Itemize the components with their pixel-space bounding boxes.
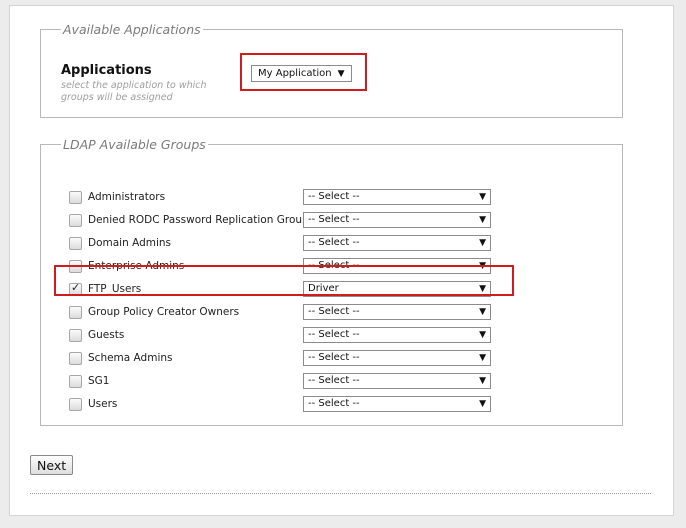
group-role-value: -- Select -- (308, 306, 360, 317)
group-role-select[interactable]: -- Select -- ▼ (303, 373, 491, 389)
group-row: Guests -- Select -- ▼ (41, 327, 621, 345)
group-role-value: -- Select -- (308, 237, 360, 248)
chevron-down-icon: ▼ (479, 238, 486, 248)
group-role-value: -- Select -- (308, 191, 360, 202)
group-role-value: -- Select -- (308, 214, 360, 225)
chevron-down-icon: ▼ (479, 307, 486, 317)
chevron-down-icon: ▼ (479, 399, 486, 409)
group-role-select[interactable]: -- Select -- ▼ (303, 189, 491, 205)
group-role-value: -- Select -- (308, 398, 360, 409)
next-button[interactable]: Next (30, 455, 74, 475)
group-checkbox[interactable] (69, 329, 82, 342)
group-label: SG1 (88, 375, 110, 387)
group-role-select[interactable]: -- Select -- ▼ (303, 327, 491, 343)
chevron-down-icon: ▼ (479, 330, 486, 340)
group-role-select[interactable]: -- Select -- ▼ (303, 212, 491, 228)
chevron-down-icon: ▼ (479, 376, 486, 386)
footer-divider (30, 493, 651, 494)
group-label: Domain Admins (88, 237, 172, 249)
group-row: Administrators -- Select -- ▼ (41, 189, 621, 207)
group-checkbox[interactable] (69, 398, 82, 411)
group-label: Denied RODC Password Replication Group (88, 214, 309, 226)
group-role-select[interactable]: -- Select -- ▼ (303, 396, 491, 412)
group-role-select[interactable]: -- Select -- ▼ (303, 350, 491, 366)
group-checkbox[interactable] (69, 214, 82, 227)
group-row: Users -- Select -- ▼ (41, 396, 621, 414)
group-label: Users (88, 398, 118, 410)
group-role-select[interactable]: -- Select -- ▼ (303, 304, 491, 320)
available-applications-legend: Available Applications (63, 22, 201, 37)
group-label: Guests (88, 329, 125, 341)
group-row: Domain Admins -- Select -- ▼ (41, 235, 621, 253)
group-label: Schema Admins (88, 352, 173, 364)
applications-title: Applications (61, 63, 152, 78)
chevron-down-icon: ▼ (479, 192, 486, 202)
chevron-down-icon: ▼ (479, 215, 486, 225)
group-row: Schema Admins -- Select -- ▼ (41, 350, 621, 368)
chevron-down-icon: ▼ (479, 353, 486, 363)
group-checkbox[interactable] (69, 191, 82, 204)
group-checkbox[interactable] (69, 306, 82, 319)
group-row: SG1 -- Select -- ▼ (41, 373, 621, 391)
group-row: Group Policy Creator Owners -- Select -- ▼ (41, 304, 621, 322)
group-role-value: -- Select -- (308, 352, 360, 363)
selected-group-highlight-box (54, 265, 514, 296)
group-label: Administrators (88, 191, 166, 203)
application-highlight-box (240, 53, 367, 91)
applications-description: select the application to which groups w… (61, 80, 207, 103)
group-label: Group Policy Creator Owners (88, 306, 240, 318)
group-role-select[interactable]: -- Select -- ▼ (303, 235, 491, 251)
group-checkbox[interactable] (69, 237, 82, 250)
group-role-value: -- Select -- (308, 375, 360, 386)
ldap-groups-legend: LDAP Available Groups (63, 137, 206, 152)
group-role-value: -- Select -- (308, 329, 360, 340)
group-checkbox[interactable] (69, 375, 82, 388)
group-row: Denied RODC Password Replication Group --… (41, 212, 621, 230)
group-checkbox[interactable] (69, 352, 82, 365)
